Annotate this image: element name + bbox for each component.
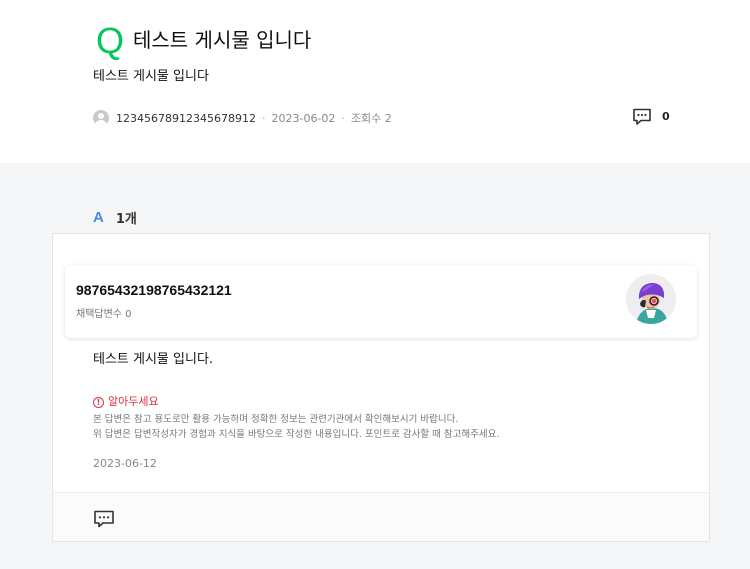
question-author[interactable]: 12345678912345678912: [116, 112, 256, 125]
answer-body: 테스트 게시물 입니다.: [93, 352, 214, 367]
question-comment-count: 0: [662, 110, 670, 123]
answer-date: 2023-06-12: [93, 457, 157, 470]
notice-line-2: 위 답변은 답변작성자가 경험과 지식을 바탕으로 작성한 내용입니다. 포인트…: [93, 429, 500, 440]
profile-avatar-icon[interactable]: [626, 274, 676, 324]
notice-line-1: 본 답변은 참고 용도로만 활용 가능하며 정확한 정보는 관련기관에서 확인해…: [93, 414, 459, 425]
question-section: Q 테스트 게시물 입니다 테스트 게시물 입니다 12345678912345…: [0, 0, 750, 163]
question-comment-button[interactable]: 0: [632, 107, 670, 126]
answer-footer: [53, 492, 709, 541]
user-avatar-icon: [93, 110, 109, 126]
comment-bubble-icon: [633, 108, 651, 125]
meta-separator: ·: [261, 111, 266, 125]
meta-separator: ·: [341, 111, 345, 125]
question-q-mark: Q: [96, 20, 125, 61]
answer-card: 98765432198765432121 채택답변수 0 테스트 게시물 입니다…: [52, 233, 710, 542]
question-views: 조회수 2: [350, 112, 392, 125]
question-body: 테스트 게시물 입니다: [93, 69, 209, 84]
notice-title: ! 알아두세요: [93, 395, 499, 409]
answer-a-mark: A: [93, 209, 104, 226]
answer-count: 1개: [115, 212, 137, 227]
question-date: 2023-06-02: [271, 111, 336, 125]
answerer-name[interactable]: 98765432198765432121: [76, 282, 232, 298]
warning-icon: !: [93, 396, 104, 408]
answer-notice: ! 알아두세요 본 답변은 참고 용도로만 활용 가능하며 정확한 정보는 관련…: [93, 395, 499, 442]
answerer-adopted-count: 채택답변수 0: [76, 309, 132, 320]
notice-title-text: 알아두세요: [108, 395, 159, 408]
question-meta: 12345678912345678912 · 2023-06-02 · 조회수 …: [93, 109, 392, 127]
comment-bubble-icon[interactable]: [93, 509, 115, 529]
answers-header: A 1개: [93, 208, 137, 227]
answerer-profile-card[interactable]: 98765432198765432121 채택답변수 0: [65, 265, 697, 338]
question-title: 테스트 게시물 입니다: [133, 28, 312, 52]
